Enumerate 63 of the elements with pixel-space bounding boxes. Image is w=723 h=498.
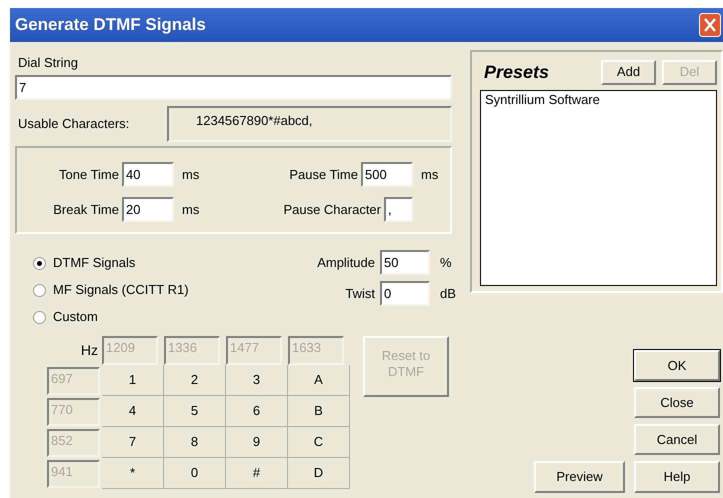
keypad-key[interactable]: A [288, 365, 350, 396]
window-title: Generate DTMF Signals [15, 14, 207, 36]
radio-label: MF Signals (CCITT R1) [53, 281, 189, 300]
unit-label: ms [181, 166, 200, 184]
dialog-button[interactable]: Cancel [634, 424, 720, 455]
unit-label: ms [420, 166, 440, 184]
field-label: Break Time [52, 200, 120, 219]
keypad-key[interactable]: 0 [164, 458, 226, 489]
keypad-key[interactable]: C [288, 427, 350, 458]
keypad-key[interactable]: 9 [226, 427, 288, 458]
keypad-key[interactable]: # [226, 458, 288, 489]
list-item[interactable]: Syntrillium Software [485, 91, 716, 108]
unit-label: dB [439, 284, 456, 303]
presets-title: Presets [483, 60, 550, 84]
field-label: Tone Time [58, 166, 120, 184]
usable-characters-box: 1234567890*#abcd, [167, 106, 452, 142]
presets-list[interactable]: Syntrillium Software [480, 90, 717, 286]
keypad-key[interactable]: B [288, 396, 350, 427]
field-label: Usable Characters: [17, 115, 130, 134]
dial-string-field[interactable]: 7 [15, 75, 452, 100]
field-label: Twist [344, 284, 376, 303]
radio-button[interactable] [33, 284, 46, 296]
frequency-field: 941 [47, 460, 100, 488]
radio-label: DTMF Signals [53, 254, 136, 272]
frequency-field: 1336 [164, 336, 220, 365]
keypad-key[interactable]: 1 [102, 365, 164, 396]
frequency-field: 697 [47, 367, 100, 395]
field-label: Pause Time [288, 166, 359, 184]
hz-label: Hz [80, 341, 98, 360]
keypad-key[interactable]: 5 [164, 396, 226, 427]
frequency-field: 770 [47, 398, 100, 426]
keypad-key[interactable]: 8 [164, 427, 226, 458]
input-field[interactable]: 0 [380, 281, 430, 306]
radio-label: Custom [53, 308, 98, 326]
input-field[interactable]: , [384, 197, 413, 222]
keypad-key[interactable]: 6 [226, 396, 288, 427]
input-field[interactable]: 50 [380, 250, 430, 275]
close-icon[interactable] [699, 13, 721, 37]
keypad-key[interactable]: 4 [102, 396, 164, 427]
frequency-field: 1209 [102, 336, 158, 365]
keypad-key[interactable]: * [102, 458, 164, 489]
dialog-button[interactable]: Help [634, 461, 720, 493]
keypad-key[interactable]: 2 [164, 365, 226, 396]
dialog-button[interactable]: OK [634, 350, 720, 381]
frequency-field: 1633 [288, 336, 344, 365]
input-field[interactable]: 500 [361, 162, 413, 187]
radio-button[interactable] [33, 310, 46, 324]
dialog-button[interactable]: Close [634, 387, 720, 418]
unit-label: ms [181, 200, 200, 219]
field-label: Amplitude [316, 254, 376, 272]
keypad-key[interactable]: 3 [226, 365, 288, 396]
input-field[interactable]: 40 [122, 162, 174, 187]
field-label: Dial String [18, 54, 79, 71]
keypad-key[interactable]: 7 [102, 427, 164, 458]
unit-label: % [439, 254, 452, 272]
radio-button[interactable] [33, 256, 46, 270]
frequency-field: 852 [47, 429, 100, 457]
add-button[interactable]: Add [601, 60, 656, 84]
dialog-button[interactable]: Preview [534, 461, 625, 493]
field-label: Pause Character [282, 200, 382, 219]
input-field[interactable]: 20 [122, 197, 174, 222]
keypad-key[interactable]: D [288, 458, 350, 489]
frequency-field: 1477 [226, 336, 282, 365]
